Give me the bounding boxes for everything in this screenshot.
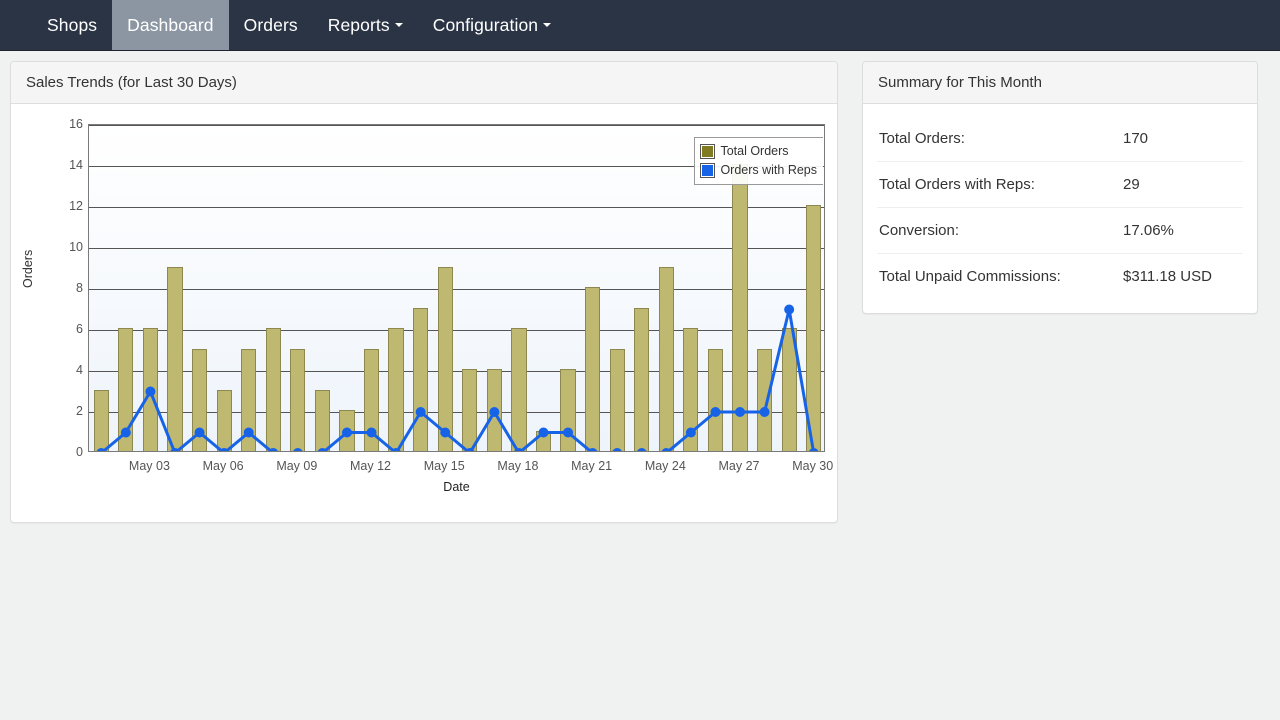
nav-item-reports-label: Reports xyxy=(328,15,390,36)
chart-line-marker xyxy=(342,428,352,438)
nav-item-orders[interactable]: Orders xyxy=(229,0,313,50)
legend-entry-orders-with-reps: Orders with Reps xyxy=(701,161,817,180)
summary-panel-body: Total Orders: 170 Total Orders with Reps… xyxy=(863,104,1257,313)
chart-x-tick-label: May 21 xyxy=(571,459,612,473)
main-content: Sales Trends (for Last 30 Days) Orders 0… xyxy=(0,51,1280,523)
chart-line-marker xyxy=(784,305,794,315)
legend-label-total-orders: Total Orders xyxy=(720,142,788,161)
chart-legend: Total Orders Orders with Reps xyxy=(694,137,823,185)
chart-y-tick-label: 14 xyxy=(43,158,83,172)
top-navbar: Shops Dashboard Orders Reports Configura… xyxy=(0,0,1280,51)
chart-y-axis-label: Orders xyxy=(21,250,35,288)
nav-item-reports[interactable]: Reports xyxy=(313,0,418,50)
chart-y-tick-label: 10 xyxy=(43,240,83,254)
chart-x-tick-label: May 30 xyxy=(792,459,833,473)
chart-line-marker xyxy=(489,407,499,417)
summary-panel-title: Summary for This Month xyxy=(863,62,1257,104)
summary-label-total-orders: Total Orders: xyxy=(879,130,1123,147)
nav-item-configuration-label: Configuration xyxy=(433,15,538,36)
chart-x-axis-label: Date xyxy=(88,480,825,494)
summary-value-total-orders-with-reps: 29 xyxy=(1123,176,1241,193)
chart-line-marker xyxy=(735,407,745,417)
summary-value-total-orders: 170 xyxy=(1123,130,1241,147)
summary-label-total-orders-with-reps: Total Orders with Reps: xyxy=(879,176,1123,193)
chart-x-tick-label: May 03 xyxy=(129,459,170,473)
chart-line-marker xyxy=(563,428,573,438)
nav-item-orders-label: Orders xyxy=(244,15,298,36)
chart-y-tick-label: 2 xyxy=(43,404,83,418)
chart-x-tick-label: May 15 xyxy=(424,459,465,473)
nav-item-dashboard[interactable]: Dashboard xyxy=(112,0,229,50)
chart-line-marker xyxy=(760,407,770,417)
summary-row-total-orders: Total Orders: 170 xyxy=(877,116,1243,162)
nav-item-shops[interactable]: Shops xyxy=(32,0,112,50)
chart-line-marker xyxy=(121,428,131,438)
chart-line-marker xyxy=(440,428,450,438)
summary-value-conversion: 17.06% xyxy=(1123,222,1241,239)
chevron-down-icon xyxy=(543,23,551,27)
legend-swatch-orders-with-reps-icon xyxy=(701,164,714,177)
nav-item-configuration[interactable]: Configuration xyxy=(418,0,566,50)
chevron-down-icon xyxy=(395,23,403,27)
chart-line-marker xyxy=(538,428,548,438)
chart-line-marker xyxy=(416,407,426,417)
chart-x-tick-label: May 12 xyxy=(350,459,391,473)
chart-line-marker xyxy=(293,448,303,452)
sales-trends-chart: Orders 0246810121416 Total Orders Orders… xyxy=(25,118,825,508)
chart-line-marker xyxy=(637,448,647,452)
chart-y-tick-label: 0 xyxy=(43,445,83,459)
summary-panel: Summary for This Month Total Orders: 170… xyxy=(862,61,1258,314)
chart-line-marker xyxy=(612,448,622,452)
chart-line-marker xyxy=(367,428,377,438)
legend-swatch-total-orders-icon xyxy=(701,145,714,158)
chart-x-tick-label: May 24 xyxy=(645,459,686,473)
chart-line-marker xyxy=(809,448,819,452)
chart-x-tick-label: May 27 xyxy=(719,459,760,473)
chart-line-marker xyxy=(145,387,155,397)
legend-entry-total-orders: Total Orders xyxy=(701,142,817,161)
legend-label-orders-with-reps: Orders with Reps xyxy=(720,161,817,180)
summary-row-total-orders-with-reps: Total Orders with Reps: 29 xyxy=(877,162,1243,208)
nav-item-shops-label: Shops xyxy=(47,15,97,36)
chart-y-tick-label: 8 xyxy=(43,281,83,295)
chart-x-tick-label: May 18 xyxy=(497,459,538,473)
chart-line-marker xyxy=(244,428,254,438)
nav-item-dashboard-label: Dashboard xyxy=(127,15,214,36)
chart-plot-area: Total Orders Orders with Reps xyxy=(88,124,825,452)
sales-trends-panel-title: Sales Trends (for Last 30 Days) xyxy=(11,62,837,104)
chart-line-path xyxy=(101,310,813,453)
chart-line-marker xyxy=(686,428,696,438)
summary-row-conversion: Conversion: 17.06% xyxy=(877,208,1243,254)
sales-trends-panel-body: Orders 0 2 4 6 8 10 12 14 16 Total Orders Orders… xyxy=(11,104,837,522)
chart-y-tick-label: 6 xyxy=(43,322,83,336)
chart-y-tick-label: 16 xyxy=(43,117,83,131)
chart-line-marker xyxy=(710,407,720,417)
chart-x-tick-label: May 09 xyxy=(276,459,317,473)
chart-x-tick-label: May 06 xyxy=(203,459,244,473)
chart-y-tick-label: 12 xyxy=(43,199,83,213)
sales-trends-panel: Sales Trends (for Last 30 Days) Orders 0… xyxy=(10,61,838,523)
summary-label-total-unpaid-commissions: Total Unpaid Commissions: xyxy=(879,268,1123,285)
chart-y-tick-label: 4 xyxy=(43,363,83,377)
chart-line-marker xyxy=(195,428,205,438)
summary-value-total-unpaid-commissions: $311.18 USD xyxy=(1123,268,1241,285)
summary-label-conversion: Conversion: xyxy=(879,222,1123,239)
summary-row-total-unpaid-commissions: Total Unpaid Commissions: $311.18 USD xyxy=(877,254,1243,299)
